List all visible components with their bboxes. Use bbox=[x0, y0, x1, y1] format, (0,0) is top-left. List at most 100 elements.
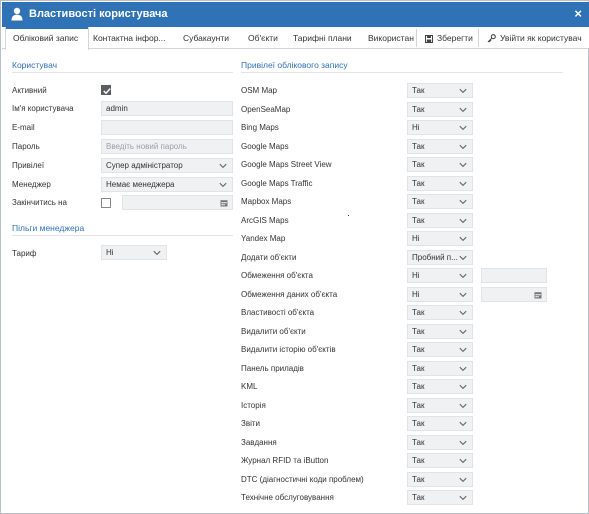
privilege-select[interactable]: Так bbox=[407, 472, 473, 487]
chevron-down-icon bbox=[459, 347, 467, 353]
chevron-down-icon bbox=[459, 107, 467, 113]
chevron-down-icon bbox=[459, 458, 467, 464]
tab-usage[interactable]: Використан bbox=[368, 27, 415, 49]
privilege-label: Mapbox Maps bbox=[241, 197, 292, 206]
privilege-value: Так bbox=[412, 216, 425, 225]
chevron-down-icon bbox=[459, 181, 467, 187]
chevron-down-icon bbox=[459, 236, 467, 242]
privilege-date-input[interactable] bbox=[481, 287, 547, 302]
privilege-select[interactable]: Так bbox=[407, 157, 473, 172]
privilege-select[interactable]: Так bbox=[407, 453, 473, 468]
privilege-select[interactable]: Ні bbox=[407, 268, 473, 283]
username-label: Ім'я користувача bbox=[12, 104, 74, 113]
privilege-select[interactable]: Так bbox=[407, 435, 473, 450]
expires-date-input[interactable] bbox=[122, 195, 233, 210]
privilege-label: Панель приладів bbox=[241, 364, 304, 373]
privilege-select[interactable]: Так bbox=[407, 194, 473, 209]
floppy-disk-icon bbox=[425, 35, 433, 43]
privilege-value: Ні bbox=[412, 271, 420, 280]
chevron-down-icon bbox=[459, 366, 467, 372]
privilege-select[interactable]: Так bbox=[407, 342, 473, 357]
privilege-label: Обмеження об'єкта bbox=[241, 271, 313, 280]
privilege-label: Історія bbox=[241, 401, 266, 410]
save-label: Зберегти bbox=[437, 33, 473, 43]
chevron-down-icon bbox=[459, 495, 467, 501]
privilege-select[interactable]: Так bbox=[407, 416, 473, 431]
privilege-value: Так bbox=[412, 419, 425, 428]
tab-tariff-plans[interactable]: Тарифні плани bbox=[293, 27, 359, 49]
calendar-icon[interactable] bbox=[220, 199, 228, 207]
privilege-value: Так bbox=[412, 308, 425, 317]
privileges-select[interactable]: Супер адміністратор bbox=[101, 158, 233, 173]
tab-contact-info[interactable]: Контактна інфор... bbox=[93, 27, 177, 49]
privilege-value: Пробний п... bbox=[412, 253, 458, 262]
chevron-down-icon bbox=[459, 199, 467, 205]
tab-objects[interactable]: Об'єкти bbox=[248, 27, 288, 49]
close-icon[interactable]: × bbox=[574, 6, 582, 21]
privilege-label: Журнал RFID та iButton bbox=[241, 456, 329, 465]
chevron-down-icon bbox=[459, 440, 467, 446]
privilege-select[interactable]: Ні bbox=[407, 120, 473, 135]
username-input[interactable]: admin bbox=[101, 101, 233, 116]
manager-select[interactable]: Немає менеджера bbox=[101, 177, 233, 192]
privilege-select[interactable]: Ні bbox=[407, 231, 473, 246]
chevron-down-icon bbox=[459, 292, 467, 298]
privilege-select[interactable]: Так bbox=[407, 398, 473, 413]
privilege-label: Технічне обслуговування bbox=[241, 493, 334, 502]
privilege-select[interactable]: Пробний п... bbox=[407, 250, 473, 265]
privilege-select[interactable]: Так bbox=[407, 361, 473, 376]
privilege-label: Yandex Map bbox=[241, 234, 286, 243]
privilege-value: Так bbox=[412, 456, 425, 465]
privilege-select[interactable]: Так bbox=[407, 102, 473, 117]
chevron-down-icon bbox=[459, 329, 467, 335]
privilege-label: Google Maps bbox=[241, 142, 289, 151]
privilege-select[interactable]: Так bbox=[407, 213, 473, 228]
privilege-select[interactable]: Так bbox=[407, 324, 473, 339]
privilege-select[interactable]: Так bbox=[407, 176, 473, 191]
save-button[interactable]: Зберегти bbox=[416, 29, 478, 47]
privilege-value: Так bbox=[412, 345, 425, 354]
expires-checkbox[interactable] bbox=[101, 198, 111, 208]
privilege-select[interactable]: Так bbox=[407, 490, 473, 505]
manager-value: Немає менеджера bbox=[106, 180, 175, 189]
privileges-value: Супер адміністратор bbox=[106, 161, 183, 170]
email-label: E-mail bbox=[12, 123, 35, 132]
privilege-label: Bing Maps bbox=[241, 123, 279, 132]
login-as-user-button[interactable]: Увійти як користувач bbox=[478, 29, 588, 47]
privilege-value: Так bbox=[412, 493, 425, 502]
password-label: Пароль bbox=[12, 142, 40, 151]
title-bar: Властивості користувача × bbox=[2, 2, 589, 27]
privilege-value: Так bbox=[412, 475, 425, 484]
tab-subaccounts[interactable]: Субакаунти bbox=[183, 27, 239, 49]
privilege-value: Так bbox=[412, 327, 425, 336]
chevron-down-icon bbox=[459, 255, 467, 261]
privilege-label: Google Maps Traffic bbox=[241, 179, 313, 188]
chevron-down-icon bbox=[153, 250, 161, 256]
tariff-label: Тариф bbox=[12, 249, 37, 258]
active-label: Активний bbox=[12, 86, 47, 95]
privilege-limit-input[interactable] bbox=[481, 268, 547, 283]
privilege-label: Додати об'єкти bbox=[241, 253, 297, 262]
calendar-icon[interactable] bbox=[534, 291, 542, 299]
privilege-select[interactable]: Так bbox=[407, 379, 473, 394]
active-checkbox[interactable] bbox=[101, 85, 111, 95]
chevron-down-icon bbox=[459, 403, 467, 409]
privilege-select[interactable]: Ні bbox=[407, 287, 473, 302]
privilege-value: Так bbox=[412, 86, 425, 95]
email-input[interactable] bbox=[101, 120, 233, 135]
tab-account[interactable]: Обліковий запис bbox=[5, 27, 89, 50]
expires-label: Закінчитись на bbox=[12, 198, 68, 207]
chevron-down-icon bbox=[459, 162, 467, 168]
privilege-label: OpenSeaMap bbox=[241, 105, 291, 114]
user-properties-dialog: Властивості користувача × Обліковий запи… bbox=[0, 0, 589, 514]
privilege-select[interactable]: Так bbox=[407, 139, 473, 154]
privilege-value: Так bbox=[412, 179, 425, 188]
user-icon bbox=[11, 7, 23, 21]
chevron-down-icon bbox=[219, 163, 227, 169]
privilege-select[interactable]: Так bbox=[407, 83, 473, 98]
privilege-select[interactable]: Так bbox=[407, 305, 473, 320]
password-input[interactable]: Введіть новий пароль bbox=[101, 139, 233, 154]
tariff-value: Ні bbox=[106, 248, 114, 257]
tariff-select[interactable]: Ні bbox=[101, 245, 167, 260]
privilege-value: Так bbox=[412, 160, 425, 169]
